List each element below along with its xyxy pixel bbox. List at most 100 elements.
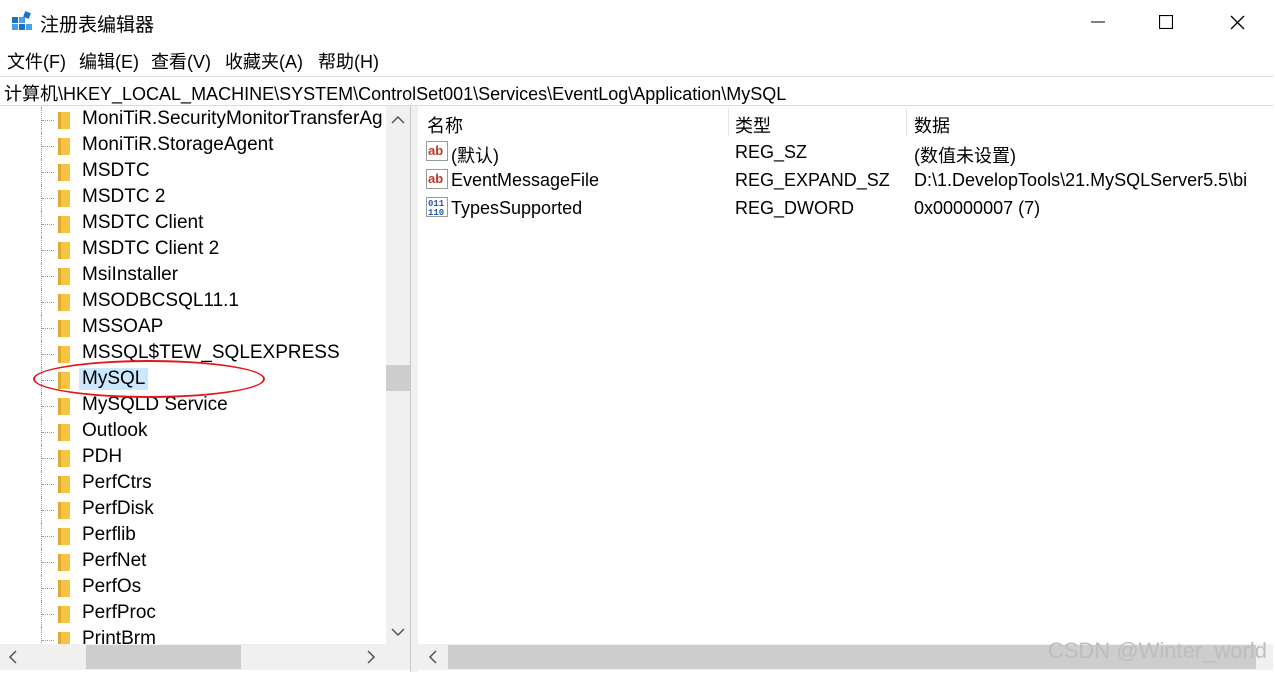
- folder-icon: [58, 554, 70, 571]
- folder-icon: [58, 216, 70, 233]
- tree-connector-stub: [42, 536, 54, 538]
- tree-item[interactable]: PerfCtrs: [0, 471, 386, 497]
- tree-item[interactable]: Outlook: [0, 419, 386, 445]
- column-header-type[interactable]: 类型: [735, 112, 771, 138]
- column-header-data[interactable]: 数据: [914, 112, 950, 138]
- folder-icon: [58, 268, 70, 285]
- tree-item[interactable]: PerfNet: [0, 549, 386, 575]
- tree-item[interactable]: MSDTC Client 2: [0, 237, 386, 263]
- folder-icon: [58, 190, 70, 207]
- folder-icon: [58, 450, 70, 467]
- minimize-button[interactable]: [1063, 0, 1133, 44]
- menu-file[interactable]: 文件(F): [7, 48, 66, 74]
- tree-connector-stub: [42, 328, 54, 330]
- tree-item[interactable]: MSDTC Client: [0, 211, 386, 237]
- value-type: REG_DWORD: [735, 198, 855, 218]
- regedit-app-icon: [12, 11, 32, 30]
- svg-text:110: 110: [428, 208, 444, 217]
- tree-scroll-left-icon[interactable]: [8, 650, 18, 669]
- folder-icon: [58, 580, 70, 597]
- minimize-icon: [1091, 21, 1105, 23]
- folder-icon: [58, 502, 70, 519]
- string-value-icon: ab: [426, 141, 448, 161]
- tree-connector-stub: [42, 640, 54, 642]
- tree-connector-stub: [42, 510, 54, 512]
- address-path[interactable]: 计算机\HKEY_LOCAL_MACHINE\SYSTEM\ControlSet…: [4, 80, 786, 106]
- tree-item[interactable]: MSDTC: [0, 159, 386, 185]
- pane-splitter[interactable]: [411, 106, 418, 672]
- folder-icon: [58, 346, 70, 363]
- column-separator[interactable]: [906, 108, 907, 136]
- tree-item[interactable]: MSDTC 2: [0, 185, 386, 211]
- tree-item-label: MSSOAP: [82, 316, 164, 337]
- close-button[interactable]: [1202, 0, 1272, 44]
- folder-icon: [58, 138, 70, 155]
- tree-item-label: MSDTC Client: [82, 212, 204, 233]
- tree-item-label: MoniTiR.SecurityMonitorTransferAg: [82, 108, 383, 129]
- menu-help[interactable]: 帮助(H): [318, 48, 379, 74]
- column-separator[interactable]: [728, 108, 729, 136]
- watermark: CSDN @Winter_world: [1047, 638, 1267, 663]
- tree-connector-stub: [42, 354, 54, 356]
- tree-item-label: MsiInstaller: [82, 264, 179, 285]
- tree-item[interactable]: Perflib: [0, 523, 386, 549]
- tree-connector-stub: [42, 588, 54, 590]
- value-row[interactable]: [418, 138, 1273, 166]
- tree-item[interactable]: PDH: [0, 445, 386, 471]
- tree-connector-stub: [42, 224, 54, 226]
- tree-item-label: MSDTC: [82, 160, 150, 181]
- value-type: REG_SZ: [735, 142, 808, 162]
- folder-icon: [58, 112, 70, 129]
- tree-item-label: MSODBCSQL11.1: [82, 290, 239, 311]
- tree-connector-stub: [42, 276, 54, 278]
- tree-item-label: Outlook: [82, 420, 148, 441]
- tree-connector-stub: [42, 614, 54, 616]
- tree-vertical-scroll-thumb[interactable]: [386, 365, 410, 391]
- tree-item-label: PerfNet: [82, 550, 147, 571]
- tree-scroll-right-icon[interactable]: [366, 650, 376, 669]
- menu-favorites[interactable]: 收藏夹(A): [225, 48, 303, 74]
- annotation-ellipse: [33, 360, 265, 398]
- folder-icon: [58, 606, 70, 623]
- tree-item-label: MoniTiR.StorageAgent: [82, 134, 274, 155]
- value-data: (数值未设置): [914, 146, 1016, 166]
- close-icon: [1230, 15, 1244, 29]
- list-scroll-left-icon[interactable]: [428, 650, 438, 669]
- tree-scroll-up-icon[interactable]: [391, 112, 405, 130]
- tree-item[interactable]: MoniTiR.StorageAgent: [0, 133, 386, 159]
- tree-horizontal-scroll-thumb[interactable]: [86, 645, 241, 669]
- menu-view[interactable]: 查看(V): [151, 48, 211, 74]
- tree-connector-stub: [42, 484, 54, 486]
- tree-scroll-down-icon[interactable]: [391, 624, 405, 642]
- tree-item[interactable]: PerfOs: [0, 575, 386, 601]
- tree-item[interactable]: PerfProc: [0, 601, 386, 627]
- svg-text:ab: ab: [428, 143, 443, 158]
- tree-connector-stub: [42, 458, 54, 460]
- tree-item[interactable]: MSSOAP: [0, 315, 386, 341]
- tree-connector-stub: [42, 120, 54, 122]
- folder-icon: [58, 476, 70, 493]
- tree-item-label: MSDTC 2: [82, 186, 166, 207]
- folder-icon: [58, 528, 70, 545]
- folder-icon: [58, 398, 70, 415]
- value-name: (默认): [451, 146, 499, 166]
- tree-item[interactable]: MySQLD Service: [0, 393, 386, 419]
- tree-connector-stub: [42, 406, 54, 408]
- folder-icon: [58, 242, 70, 259]
- tree-connector-stub: [42, 172, 54, 174]
- tree-item[interactable]: MsiInstaller: [0, 263, 386, 289]
- menu-edit[interactable]: 编辑(E): [79, 48, 139, 74]
- svg-text:ab: ab: [428, 171, 443, 186]
- folder-icon: [58, 164, 70, 181]
- tree-item[interactable]: MoniTiR.SecurityMonitorTransferAg: [0, 107, 386, 133]
- tree-item-label: Perflib: [82, 524, 136, 545]
- value-data: D:\1.DevelopTools\21.MySQLServer5.5\bi: [914, 170, 1248, 190]
- tree-item[interactable]: MSODBCSQL11.1: [0, 289, 386, 315]
- tree-item[interactable]: PerfDisk: [0, 497, 386, 523]
- column-header-name[interactable]: 名称: [427, 112, 463, 138]
- maximize-button[interactable]: [1131, 0, 1201, 44]
- tree-connector-stub: [42, 198, 54, 200]
- tree-item-label: PerfCtrs: [82, 472, 152, 493]
- string-value-icon: ab: [426, 169, 448, 189]
- folder-icon: [58, 424, 70, 441]
